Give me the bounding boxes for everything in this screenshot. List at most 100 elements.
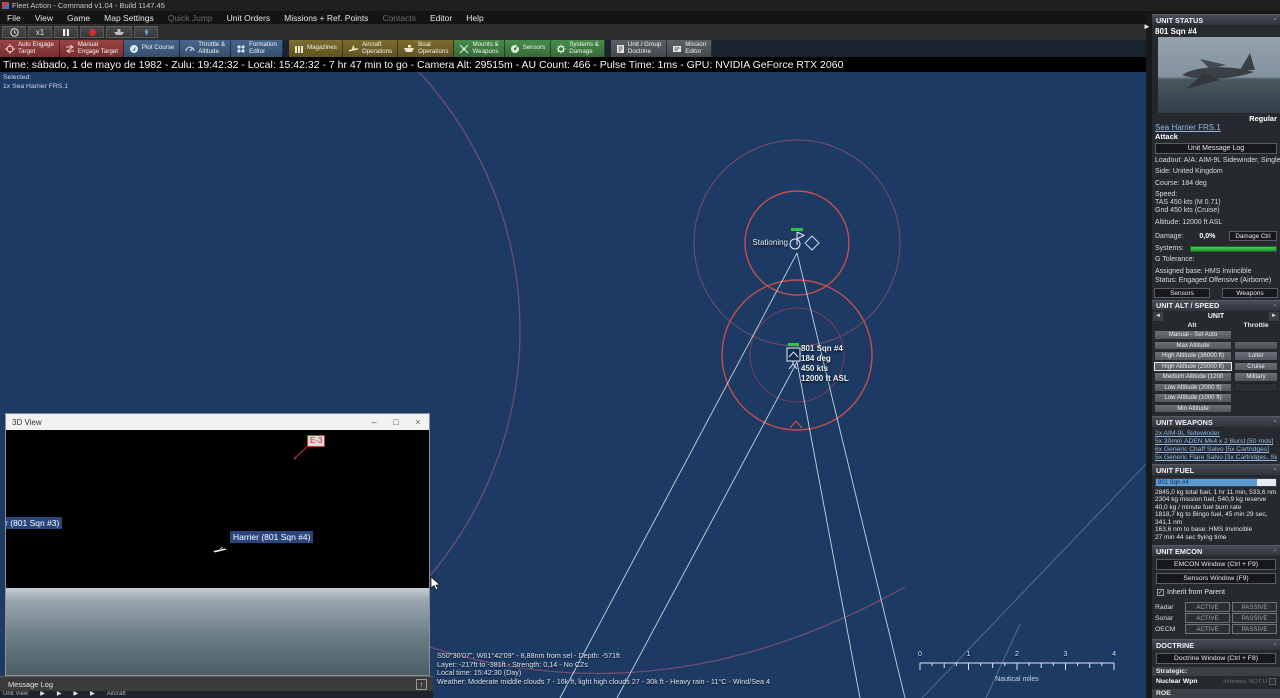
doctrine-header[interactable]: DOCTRINE ▪: [1152, 639, 1280, 650]
prev-arrow-button[interactable]: ◄: [1153, 312, 1163, 321]
pause-button[interactable]: [54, 26, 78, 38]
record-button[interactable]: [80, 26, 104, 38]
throttle-loiter-button[interactable]: Loiter: [1234, 351, 1278, 361]
pin-icon[interactable]: ▪: [1274, 642, 1276, 648]
ship-view-button[interactable]: [106, 26, 132, 38]
unit-class-link[interactable]: Sea Harrier FRS.1: [1152, 123, 1280, 132]
popout-icon[interactable]: ↑: [416, 679, 427, 690]
plot-course-button[interactable]: Plot Course: [124, 40, 180, 57]
3d-viewport[interactable]: E-3 r (801 Sqn #3) Harrier (801 Sqn #4): [6, 430, 429, 675]
unit-alt-speed-header[interactable]: UNIT ALT / SPEED ▪: [1152, 300, 1280, 311]
min-altitude-button[interactable]: Min Altitude: [1154, 404, 1232, 414]
pin-icon[interactable]: ▪: [1274, 467, 1276, 473]
systems-damage-button[interactable]: Systems &Damage: [551, 40, 605, 57]
damage-ctrl-button[interactable]: Damage Ctrl: [1229, 231, 1277, 241]
menu-editor[interactable]: Editor: [423, 13, 459, 23]
pin-map-button[interactable]: [134, 26, 158, 38]
throttle-military-button[interactable]: Military: [1234, 372, 1278, 382]
oecm-active-toggle[interactable]: ACTIVE: [1185, 624, 1230, 634]
menu-view[interactable]: View: [28, 13, 60, 23]
menu-map-settings[interactable]: Map Settings: [97, 13, 161, 23]
menu-unit-orders[interactable]: Unit Orders: [220, 13, 277, 23]
selected-unit-readout: Selected: 1x Sea Harrier FRS.1: [3, 74, 68, 92]
mounts-weapons-button[interactable]: Mounts &Weapons: [454, 40, 504, 57]
throttle-cruise-button[interactable]: Cruise: [1234, 362, 1278, 372]
weapon-link[interactable]: 5x Generic Flare Salvo [3x Cartridges, S…: [1155, 454, 1277, 462]
scale-units-label: Nautical miles: [918, 676, 1116, 683]
wingman-label[interactable]: r (801 Sqn #3): [6, 517, 62, 529]
sensors-window-button[interactable]: Sensors Window (F9): [1156, 573, 1276, 584]
close-button[interactable]: ×: [407, 414, 429, 430]
mission-editor-button[interactable]: MissionEditor: [667, 40, 712, 57]
high-altitude-36000-button[interactable]: High Altitude (36000 ft): [1154, 351, 1232, 361]
scale-tick-label: 0: [918, 651, 922, 658]
radar-active-toggle[interactable]: ACTIVE: [1185, 602, 1230, 612]
minimize-button[interactable]: –: [363, 414, 385, 430]
formation-editor-button[interactable]: FormationEditor: [231, 40, 283, 57]
selected-aircraft-symbol[interactable]: [787, 343, 800, 369]
throttle-disabled-button: [1234, 383, 1278, 393]
auto-engage-target-button[interactable]: Auto EngageTarget: [0, 40, 60, 57]
low-altitude-2000-button[interactable]: Low Altitude (2000 ft): [1154, 383, 1232, 393]
sensors-button[interactable]: Sensors: [505, 40, 552, 57]
harrier-label[interactable]: Harrier (801 Sqn #4): [230, 531, 313, 543]
medium-altitude-button[interactable]: Medium Altitude (1200: [1154, 372, 1232, 382]
button-label: Operations: [362, 48, 392, 55]
weapon-link[interactable]: 5x 30mm ADEN Mk4 x 2 Burst [50 rnds]: [1155, 438, 1277, 446]
unit-status-header[interactable]: UNIT STATUS ▪: [1152, 14, 1280, 25]
nuclear-wpn-toggle[interactable]: [1269, 678, 1276, 685]
oecm-passive-toggle[interactable]: PASSIVE: [1232, 624, 1277, 634]
menu-file[interactable]: File: [0, 13, 28, 23]
table-row: Radar ACTIVE PASSIVE: [1155, 602, 1277, 612]
menu-missions-ref-points[interactable]: Missions + Ref. Points: [277, 13, 375, 23]
unit-emcon-header[interactable]: UNIT EMCON ▪: [1152, 545, 1280, 556]
high-altitude-25000-button[interactable]: High Altitude (25000 ft): [1154, 362, 1232, 372]
weapon-link[interactable]: 6x Generic Chaff Salvo [5x Cartridges]: [1155, 446, 1277, 454]
button-label: Magazines: [307, 44, 337, 51]
unit-group-doctrine-button[interactable]: Unit / GroupDoctrine: [611, 40, 667, 57]
max-altitude-button[interactable]: Max Altitude: [1154, 341, 1232, 351]
damage-value: 0,0%: [1199, 233, 1215, 240]
pin-icon[interactable]: ▪: [1274, 17, 1276, 23]
radar-passive-toggle[interactable]: PASSIVE: [1232, 602, 1277, 612]
pin-icon[interactable]: ▪: [1274, 548, 1276, 554]
health-bar: [788, 343, 799, 346]
unit-fuel-header[interactable]: UNIT FUEL ▪: [1152, 464, 1280, 475]
sensors-tab-button[interactable]: Sensors: [1154, 288, 1210, 298]
unit-weapons-header[interactable]: UNIT WEAPONS ▪: [1152, 416, 1280, 427]
radar-label: Radar: [1155, 604, 1183, 611]
3d-view-window[interactable]: 3D View – □ × E-3 r (801 Sqn #3) Harrier…: [5, 413, 430, 676]
inherit-checkbox[interactable]: ✓: [1157, 589, 1164, 596]
weapons-tab-button[interactable]: Weapons: [1222, 288, 1278, 298]
menu-game[interactable]: Game: [60, 13, 97, 23]
sonar-active-toggle[interactable]: ACTIVE: [1185, 613, 1230, 623]
pin-icon[interactable]: ▪: [1274, 303, 1276, 309]
doctrine-window-button[interactable]: Doctrine Window (Ctrl + F8): [1156, 653, 1276, 664]
emcon-window-button[interactable]: EMCON Window (Ctrl + F9): [1156, 559, 1276, 570]
3d-view-titlebar[interactable]: 3D View – □ ×: [6, 414, 429, 430]
manual-set-auto-button[interactable]: Manual - Set Auto: [1154, 330, 1232, 340]
menu-help[interactable]: Help: [459, 13, 490, 23]
throttle-altitude-button[interactable]: Throttle &Altitude: [180, 40, 231, 57]
selection-box: [787, 348, 800, 361]
weapon-link[interactable]: 2x AIM-9L Sidewinder: [1155, 430, 1277, 438]
carrier-group-symbol[interactable]: [790, 228, 819, 250]
boat-operations-button[interactable]: BoatOperations: [398, 40, 454, 57]
unit-message-log-button[interactable]: Unit Message Log: [1155, 143, 1277, 154]
next-arrow-button[interactable]: ►: [1269, 312, 1279, 321]
maximize-button[interactable]: □: [385, 414, 407, 430]
aircraft-operations-button[interactable]: AircraftOperations: [343, 40, 398, 57]
g-tolerance-label: G Tolerance:: [1152, 256, 1280, 264]
sonar-passive-toggle[interactable]: PASSIVE: [1232, 613, 1277, 623]
carrier-group-label[interactable]: Stationing: [710, 238, 788, 247]
pin-icon[interactable]: ▪: [1274, 419, 1276, 425]
message-log-bar[interactable]: Message Log ↑: [0, 676, 433, 691]
speed-multiplier-button[interactable]: x1: [28, 26, 52, 38]
time-step-button[interactable]: [2, 26, 26, 38]
manual-engage-target-button[interactable]: ManualEngage Target: [60, 40, 124, 57]
magazines-button[interactable]: Magazines: [289, 40, 343, 57]
selected-aircraft-label[interactable]: 801 Sqn #4 184 deg 450 kts 12000 ft ASL: [801, 344, 849, 384]
sidebar-collapse-arrow[interactable]: ►: [1143, 22, 1151, 31]
low-altitude-1000-button[interactable]: Low Altitude (1000 ft): [1154, 393, 1232, 403]
app-window: Fleet Action - Command v1.04 - Build 114…: [0, 0, 1280, 698]
